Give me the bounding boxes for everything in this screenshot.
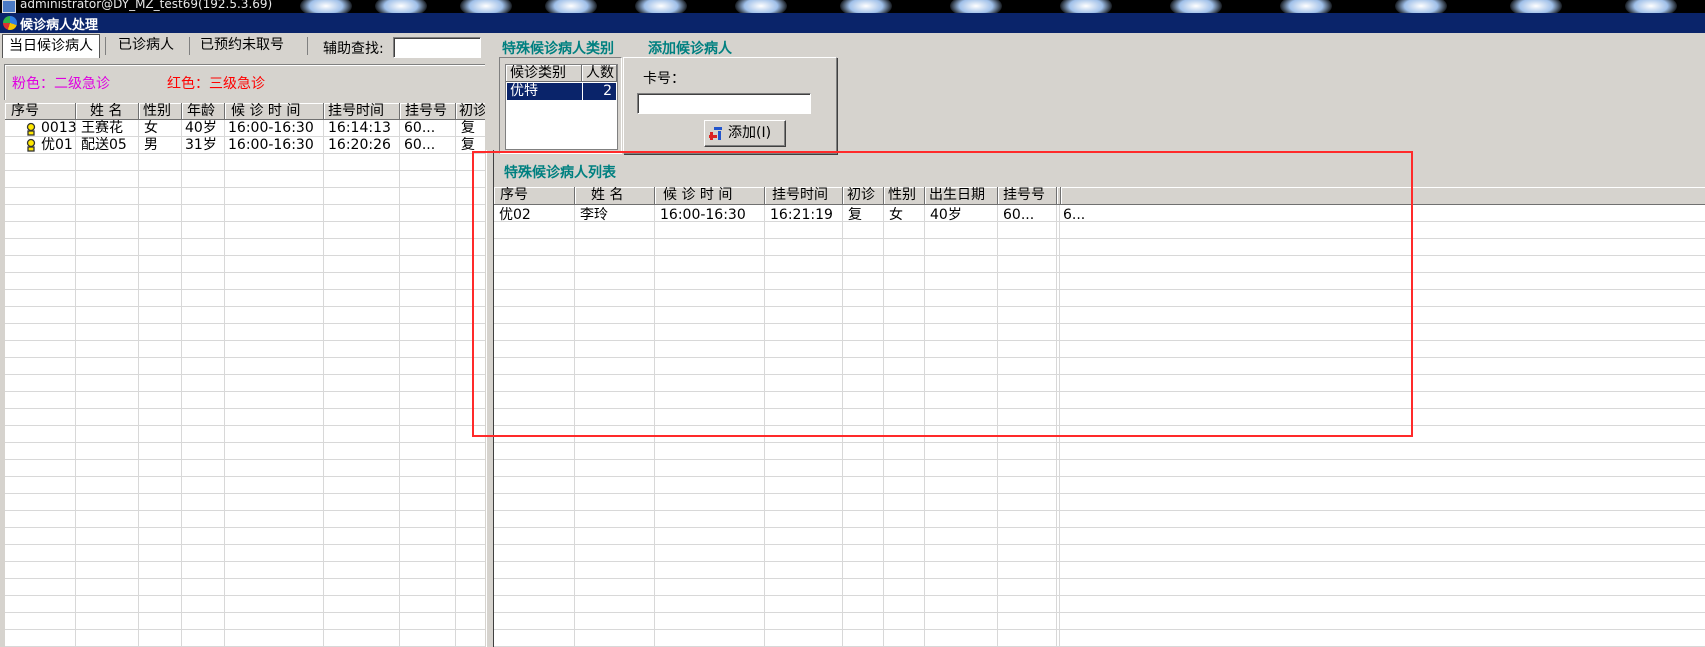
cell-age: 40岁 [185,120,217,136]
header-cell[interactable]: 姓 名 [76,103,139,120]
header-cell[interactable]: 序号 [5,103,76,120]
highlight-box [472,151,1413,437]
legend-red: 红色：三级急诊 [167,76,265,92]
cell-wait-time: 16:00-16:30 [228,137,314,153]
header-cell[interactable]: 挂号号 [400,103,456,120]
tab-reserved-not-taken[interactable]: 已预约未取号 [194,34,290,57]
add-icon [709,127,722,140]
card-label: 卡号： [643,71,685,87]
app-icon [3,16,17,30]
cell-age: 31岁 [185,137,217,153]
window-title: 候诊病人处理 [20,18,99,33]
tab-diagnosed[interactable]: 已诊病人 [112,34,180,57]
search-input[interactable] [393,37,481,58]
cell-first-visit: 复 [461,120,475,136]
cell-count: 2 [603,83,612,99]
category-section-title: 特殊候诊病人类别 [502,41,614,57]
cell-gender: 男 [144,137,158,153]
patient-icon [26,122,36,136]
search-label: 辅助查找: [323,41,384,57]
cell-wait-time: 16:00-16:30 [228,120,314,136]
cell-reg-time: 16:20:26 [328,137,391,153]
header-cell[interactable]: 候 诊 时 间 [225,103,324,120]
os-title-strip: administrator@DY_MZ_test69(192.5.3.69) [0,0,1705,13]
cell-reg-time: 16:14:13 [328,120,391,136]
cell-seq: 优01 [41,137,73,153]
header-cell[interactable]: 人数 [582,65,617,82]
remote-desktop-icon [2,0,16,13]
header-cell[interactable]: 挂号时间 [324,103,400,120]
patient-icon [26,138,36,152]
header-cell[interactable]: 性别 [139,103,182,120]
category-row-selected[interactable]: 优特 2 [507,83,616,100]
header-cell[interactable]: 初诊 [456,103,485,120]
category-table[interactable]: 候诊类别 人数 优特 2 [505,64,618,150]
header-cell[interactable]: 年龄 [182,103,225,120]
cell-name: 配送05 [81,137,127,153]
cell-name: 王赛花 [81,120,123,136]
table-header: 序号 姓 名 性别 年龄 候 诊 时 间 挂号时间 挂号号 初诊 [5,103,485,120]
legend-pink: 粉色：二级急诊 [12,76,110,92]
cell-category: 优特 [510,83,538,99]
tab-today-waiting[interactable]: 当日候诊病人 [2,34,100,58]
waiting-patient-table[interactable]: 序号 姓 名 性别 年龄 候 诊 时 间 挂号时间 挂号号 初诊 0013 王赛… [5,103,485,647]
card-input[interactable] [637,93,811,114]
os-window-title: administrator@DY_MZ_test69(192.5.3.69) [20,0,273,11]
window-titlebar: 候诊病人处理 [0,13,1705,33]
add-button-label: 添加(I) [728,125,772,141]
cell-reg-no: 60... [404,137,436,153]
add-button[interactable]: 添加(I) [704,120,786,147]
add-section-title: 添加候诊病人 [648,41,732,57]
cell-gender: 女 [144,120,158,136]
cell-reg-no: 60... [404,120,436,136]
header-cell[interactable]: 候诊类别 [506,65,582,82]
cell-seq: 0013 [41,120,77,136]
